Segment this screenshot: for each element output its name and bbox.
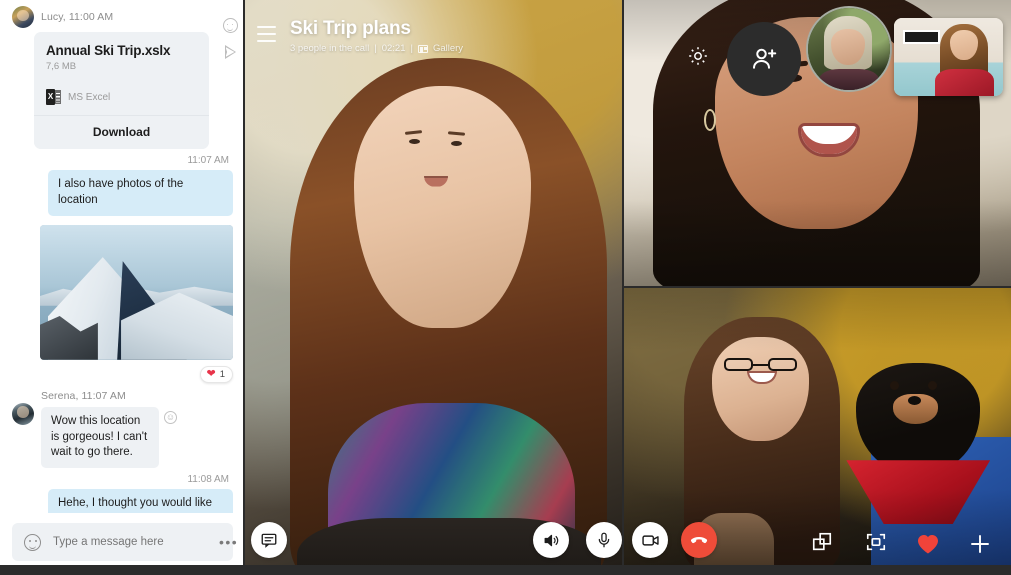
call-header-text: Ski Trip plans 3 people in the call | 02… [290, 18, 463, 54]
smiley-icon[interactable] [222, 18, 238, 33]
person-mouth [424, 175, 449, 187]
person-brow [404, 130, 423, 135]
participant-avatar-overlay[interactable] [806, 6, 892, 92]
main-speaker-video[interactable] [245, 0, 622, 575]
message-sender-row: Lucy, 11:00 AM [12, 0, 233, 30]
self-view-video[interactable] [894, 18, 1003, 96]
chat-side-rail [215, 0, 245, 575]
gallery-grid-icon [417, 44, 428, 53]
message-row [12, 216, 233, 360]
message-text: Wow this location is gorgeous! I can't w… [51, 414, 148, 459]
avatar [12, 402, 34, 425]
add-person-button[interactable] [727, 22, 801, 96]
message-sender-label: Serena, 11:07 AM [41, 389, 126, 402]
end-call-button[interactable] [681, 522, 717, 558]
view-mode-label: Gallery [432, 43, 464, 54]
person-body [819, 68, 879, 90]
person-eye [408, 139, 420, 145]
file-type-row: X MS Excel [46, 89, 197, 105]
person-eye [451, 140, 463, 146]
message-row: I also have photos of the location [12, 170, 233, 216]
message-bubble[interactable]: I also have photos of the location [48, 170, 233, 216]
chat-button[interactable] [251, 522, 287, 558]
message-sender-label: Lucy, 11:00 AM [41, 11, 114, 23]
microphone-button[interactable] [586, 522, 622, 558]
add-reaction-button[interactable] [968, 532, 992, 561]
download-button[interactable]: Download [34, 115, 209, 149]
file-attachment-card[interactable]: Annual Ski Trip.xslx 7,6 MB X MS Excel D… [34, 32, 209, 149]
message-row: Hehe, I thought you would like it. [12, 489, 233, 513]
person-body [935, 69, 995, 96]
message-bubble[interactable]: Hehe, I thought you would like it. [48, 489, 233, 513]
message-composer[interactable]: ••• [12, 523, 237, 561]
message-timestamp: 11:07 AM [187, 155, 229, 166]
message-input[interactable] [53, 536, 207, 548]
file-size: 7,6 MB [46, 61, 77, 72]
skype-call-window: Lucy, 11:00 AM Annual Ski Trip.xslx 7,6 … [0, 0, 1011, 575]
window-bottom-chrome [0, 565, 1011, 575]
smiley-icon[interactable] [24, 533, 41, 551]
hamburger-menu-icon[interactable] [257, 26, 276, 47]
call-subtitle: 3 people in the call | 02:21 | Gallery [290, 43, 463, 54]
video-person [290, 35, 607, 575]
file-card-body: Annual Ski Trip.xslx 7,6 MB X MS Excel [34, 32, 209, 115]
excel-icon: X [46, 89, 61, 105]
call-duration: 02:21 [381, 43, 406, 54]
panel-divider [243, 0, 245, 575]
background-object [902, 30, 940, 44]
speaker-button[interactable] [533, 522, 569, 558]
subtitle-separator: | [410, 43, 413, 54]
subtitle-separator: | [374, 43, 377, 54]
page-title: Ski Trip plans [290, 18, 411, 39]
reaction-heart-button[interactable] [916, 533, 940, 560]
chat-panel: Lucy, 11:00 AM Annual Ski Trip.xslx 7,6 … [0, 0, 245, 575]
gear-icon[interactable] [686, 44, 710, 68]
person-face [353, 86, 531, 328]
chat-message-list[interactable]: Lucy, 11:00 AM Annual Ski Trip.xslx 7,6 … [0, 0, 245, 513]
avatar [12, 6, 34, 28]
message-timestamp: 11:08 AM [187, 474, 229, 486]
send-icon[interactable] [224, 45, 236, 59]
reaction-row: ❤ 1 [12, 360, 233, 383]
file-name: Annual Ski Trip.xslx [46, 43, 171, 58]
file-type-label: MS Excel [68, 91, 111, 103]
add-reaction-icon[interactable]: ☺ [164, 410, 177, 424]
message-bubble[interactable]: Wow this location is gorgeous! I can't w… [41, 406, 177, 469]
snapshot-button[interactable] [865, 531, 887, 558]
participant-count: 3 people in the call [290, 43, 370, 54]
tile-divider-horizontal [622, 286, 1011, 288]
message-row: Wow this location is gorgeous! I can't w… [41, 406, 233, 469]
person-brow [447, 131, 465, 136]
share-screen-button[interactable] [811, 531, 833, 558]
camera-button[interactable] [632, 522, 668, 558]
image-attachment[interactable] [40, 224, 233, 360]
